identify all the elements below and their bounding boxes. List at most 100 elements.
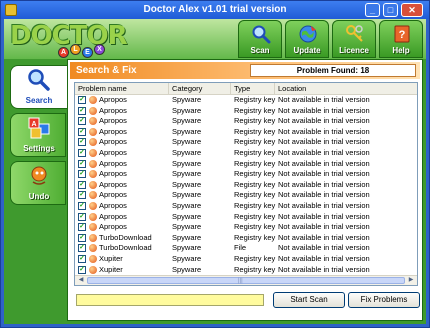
- table-row[interactable]: ✓ Apropos Spyware Registry key Not available…: [75, 190, 417, 201]
- footer-strip: [67, 321, 423, 324]
- row-checkbox[interactable]: ✓: [78, 233, 86, 242]
- start-scan-button[interactable]: Start Scan: [273, 292, 345, 308]
- scroll-right-arrow[interactable]: ▶: [406, 276, 416, 285]
- cell-problem-name: Apropos: [99, 147, 127, 157]
- row-checkbox[interactable]: ✓: [78, 254, 86, 263]
- status-field: [76, 294, 264, 306]
- column-location[interactable]: Location: [275, 83, 417, 95]
- row-checkbox[interactable]: ✓: [78, 180, 86, 189]
- close-button[interactable]: ✕: [401, 3, 423, 17]
- update-button[interactable]: Update: [285, 20, 329, 58]
- table-row[interactable]: ✓ TurboDownload Spyware File Not available i…: [75, 243, 417, 254]
- scrollbar-thumb[interactable]: |||: [87, 277, 405, 284]
- table-row[interactable]: ✓ Apropos Spyware Registry key Not available…: [75, 200, 417, 212]
- fix-problems-button[interactable]: Fix Problems: [348, 292, 420, 308]
- cell-type: Registry key: [234, 190, 276, 200]
- row-checkbox[interactable]: ✓: [78, 265, 86, 274]
- table-row[interactable]: ✓ Apropos Spyware Registry key Not available…: [75, 106, 417, 117]
- table-row[interactable]: ✓ Apropos Spyware Registry key Not available…: [75, 222, 417, 233]
- row-checkbox[interactable]: ✓: [78, 138, 86, 147]
- title-bar[interactable]: Doctor Alex v1.01 trial version _ □ ✕: [1, 1, 429, 19]
- licence-button-label: Licence: [339, 46, 369, 55]
- abc-blocks-icon: A: [28, 117, 50, 139]
- table-row[interactable]: ✓ Apropos Spyware Registry key Not available…: [75, 147, 417, 159]
- cell-problem-name: Apropos: [99, 126, 127, 136]
- cell-location: Not available in trial version: [278, 232, 370, 242]
- row-checkbox[interactable]: ✓: [78, 170, 86, 179]
- table-row[interactable]: ✓ Apropos Spyware Registry key Not available…: [75, 212, 417, 223]
- logo-doctor: DOCTOR: [10, 21, 128, 51]
- column-problem-name[interactable]: Problem name: [75, 83, 169, 95]
- row-checkbox[interactable]: ✓: [78, 223, 86, 232]
- threat-icon: [89, 127, 97, 136]
- row-checkbox[interactable]: ✓: [78, 191, 86, 200]
- table-row[interactable]: ✓ Apropos Spyware Registry key Not available…: [75, 179, 417, 191]
- cell-location: Not available in trial version: [278, 243, 370, 253]
- column-category[interactable]: Category: [169, 83, 231, 95]
- row-checkbox[interactable]: ✓: [78, 117, 86, 126]
- row-checkbox[interactable]: ✓: [78, 96, 86, 104]
- cell-type: File: [234, 243, 247, 253]
- cell-location: Not available in trial version: [278, 158, 370, 168]
- scroll-left-arrow[interactable]: ◀: [76, 276, 86, 285]
- cell-type: Registry key: [234, 179, 276, 189]
- cell-category: Spyware: [172, 126, 202, 136]
- cell-location: Not available in trial version: [278, 169, 370, 179]
- tab-settings[interactable]: A Settings: [10, 113, 66, 157]
- cell-category: Spyware: [172, 222, 202, 232]
- update-button-label: Update: [293, 46, 321, 55]
- scan-button-label: Scan: [250, 46, 270, 55]
- cell-type: Registry key: [234, 264, 276, 274]
- cell-problem-name: Apropos: [99, 179, 127, 189]
- table-row[interactable]: ✓ Xupiter Spyware Registry keyNot available…: [75, 264, 417, 276]
- cell-type: Registry key: [234, 126, 276, 136]
- tab-search[interactable]: Search: [10, 65, 71, 109]
- table-row[interactable]: ✓ Apropos Spyware Registry key Not available…: [75, 137, 417, 148]
- table-row[interactable]: ✓ Apropos Spyware Registry key Not available…: [75, 169, 417, 180]
- maximize-button[interactable]: □: [383, 3, 398, 17]
- problem-list[interactable]: Problem name Category Type Location ✓ Apr…: [74, 82, 418, 286]
- cell-type: Registry key: [234, 95, 276, 104]
- minimize-button[interactable]: _: [365, 3, 380, 17]
- threat-icon: [89, 170, 97, 179]
- cell-category: Spyware: [172, 264, 202, 274]
- row-checkbox[interactable]: ✓: [78, 201, 86, 210]
- row-checkbox[interactable]: ✓: [78, 159, 86, 168]
- threat-icon: [89, 223, 97, 232]
- help-button[interactable]: ? Help: [379, 20, 423, 58]
- horizontal-scrollbar[interactable]: ◀ ||| ▶: [75, 275, 417, 285]
- cell-category: Spyware: [172, 179, 202, 189]
- table-row[interactable]: ✓ TurboDownload Spyware Registry key Not ava…: [75, 232, 417, 244]
- table-row[interactable]: ✓ Apropos Spyware Registry key Not available…: [75, 158, 417, 170]
- list-header: Problem name Category Type Location: [75, 83, 417, 95]
- table-row[interactable]: ✓ Apropos Spyware Registry key Not available…: [75, 95, 417, 106]
- keys-icon: [346, 25, 363, 42]
- table-row[interactable]: ✓ Apropos Spyware Registry key Not available…: [75, 126, 417, 138]
- cell-problem-name: Apropos: [99, 95, 127, 104]
- threat-icon: [89, 265, 97, 274]
- tab-undo[interactable]: Undo: [10, 161, 66, 205]
- magnifier-icon: [252, 25, 271, 44]
- cell-problem-name: Apropos: [99, 190, 127, 200]
- cell-category: Spyware: [172, 147, 202, 157]
- row-checkbox[interactable]: ✓: [78, 127, 86, 136]
- cell-type: Registry key: [234, 253, 276, 263]
- table-row[interactable]: ✓ Xupiter Spyware Registry keyNot available…: [75, 253, 417, 265]
- scan-button[interactable]: Scan: [238, 20, 282, 58]
- column-type[interactable]: Type: [231, 83, 275, 95]
- tab-settings-label: Settings: [23, 144, 55, 153]
- row-checkbox[interactable]: ✓: [78, 244, 86, 253]
- threat-icon: [89, 159, 97, 168]
- cell-type: Registry key: [234, 158, 276, 168]
- header: DOCTOR A L E X Scan Update Licence ? Hel…: [4, 19, 426, 59]
- row-checkbox[interactable]: ✓: [78, 212, 86, 221]
- row-checkbox[interactable]: ✓: [78, 106, 86, 115]
- table-row[interactable]: ✓ Apropos Spyware Registry key Not available…: [75, 116, 417, 127]
- cell-type: Registry key: [234, 232, 276, 242]
- logo-letter-a: A: [58, 47, 69, 58]
- row-checkbox[interactable]: ✓: [78, 148, 86, 157]
- licence-button[interactable]: Licence: [332, 20, 376, 58]
- cell-category: Spyware: [172, 200, 202, 210]
- cell-problem-name: Xupiter: [99, 253, 123, 263]
- problem-count: Problem Found: 18: [250, 64, 416, 77]
